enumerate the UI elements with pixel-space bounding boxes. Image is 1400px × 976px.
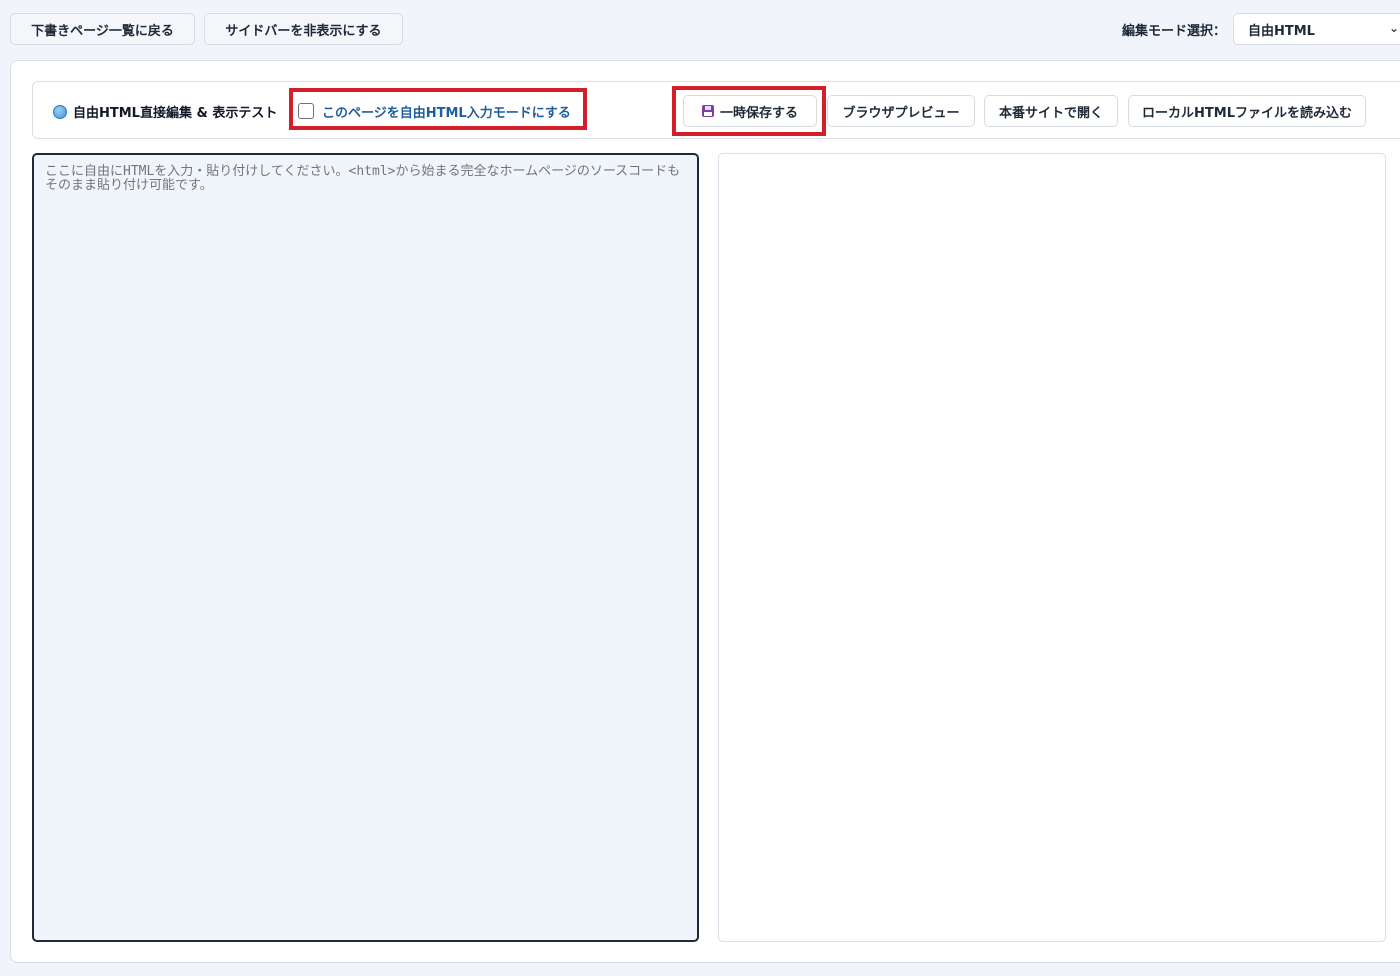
back-to-drafts-button[interactable]: 下書きページ一覧に戻る: [10, 13, 195, 45]
edit-mode-value: 自由HTML: [1248, 23, 1315, 39]
html-editor-textarea[interactable]: [32, 153, 699, 942]
editor-toolbar: 自由HTML直接編集 & 表示テスト このページを自由HTML入力モードにする …: [32, 81, 1400, 139]
globe-icon: [53, 104, 67, 119]
edit-mode-select[interactable]: 自由HTML ⌄: [1233, 13, 1400, 45]
open-production-site-button[interactable]: 本番サイトで開く: [984, 95, 1118, 127]
free-html-mode-label[interactable]: このページを自由HTML入力モードにする: [322, 102, 571, 121]
edit-mode-label: 編集モード選択：: [1122, 24, 1227, 39]
browser-preview-button[interactable]: ブラウザプレビュー: [827, 95, 975, 127]
free-html-mode-checkbox[interactable]: [298, 103, 314, 119]
top-bar: 下書きページ一覧に戻る サイドバーを非表示にする 編集モード選択： 自由HTML…: [0, 0, 1400, 60]
hide-sidebar-button[interactable]: サイドバーを非表示にする: [204, 13, 403, 45]
main-panel: 自由HTML直接編集 & 表示テスト このページを自由HTML入力モードにする …: [10, 60, 1400, 963]
toolbar-title: 自由HTML直接編集 & 表示テスト: [53, 102, 277, 121]
load-local-html-button[interactable]: ローカルHTMLファイルを読み込む: [1128, 95, 1366, 127]
chevron-down-icon: ⌄: [1389, 21, 1400, 35]
highlight-box-save: [672, 86, 826, 136]
preview-pane: [718, 153, 1386, 942]
toolbar-title-text: 自由HTML直接編集 & 表示テスト: [73, 106, 278, 121]
